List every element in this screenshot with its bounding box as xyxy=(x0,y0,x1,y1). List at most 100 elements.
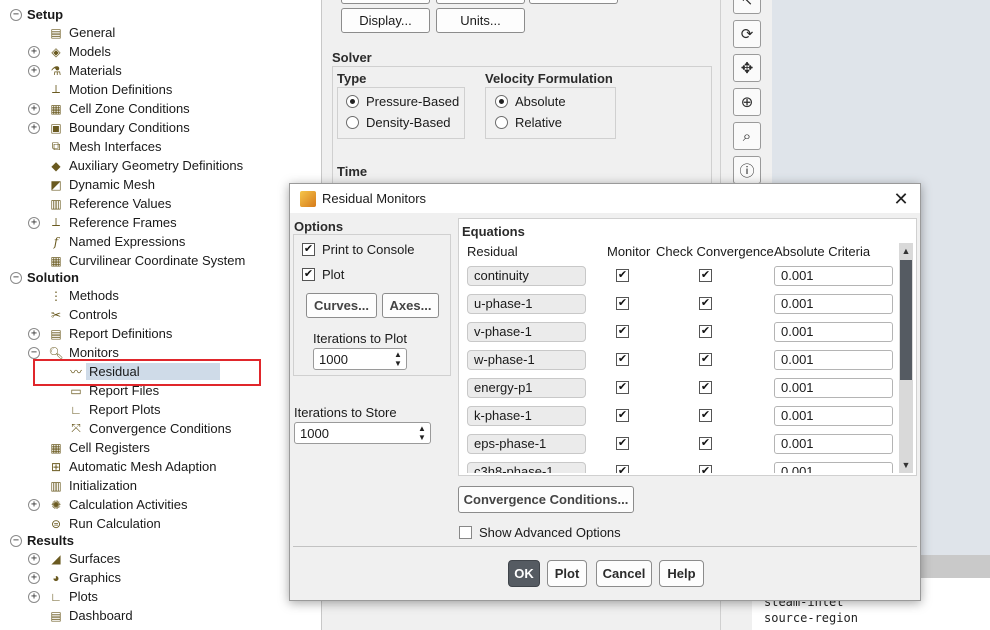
tree-item-convergence-conditions[interactable]: ⤧ Convergence Conditions xyxy=(68,419,231,438)
tree-item-boundary-conditions[interactable]: + ▣ Boundary Conditions xyxy=(28,118,190,137)
absolute-criteria-input[interactable]: 0.001 xyxy=(774,378,893,398)
units-button[interactable]: Units... xyxy=(436,8,525,33)
expand-icon[interactable]: + xyxy=(28,64,40,77)
tree-item-models[interactable]: + ◈ Models xyxy=(28,42,111,61)
tree-item-graphics[interactable]: + ◕ Graphics xyxy=(28,568,121,587)
absolute-radio[interactable]: Absolute xyxy=(495,94,566,109)
show-advanced-options-checkbox[interactable]: Show Advanced Options xyxy=(459,525,621,540)
absolute-criteria-input[interactable]: 0.001 xyxy=(774,350,893,370)
check-convergence-checkbox[interactable]: ✔ xyxy=(699,437,712,450)
tree-item-report-plots[interactable]: ∟ Report Plots xyxy=(68,400,160,419)
tree-item-report-files[interactable]: ▭ Report Files xyxy=(68,381,159,400)
tree-item-named-expressions[interactable]: f Named Expressions xyxy=(48,232,186,251)
scrollbar-thumb[interactable] xyxy=(900,260,912,380)
tree-item-controls[interactable]: ✂ Controls xyxy=(48,305,117,324)
plot-checkbox[interactable]: ✔ Plot xyxy=(302,267,344,282)
absolute-criteria-input[interactable]: 0.001 xyxy=(774,462,893,473)
expand-icon[interactable]: + xyxy=(28,216,40,229)
monitor-checkbox[interactable]: ✔ xyxy=(616,297,629,310)
iterations-to-store-input[interactable]: 1000 ▲ ▼ xyxy=(294,422,431,444)
tree-item-plots[interactable]: + ∟ Plots xyxy=(28,587,98,606)
spin-arrows-icon[interactable]: ▲ ▼ xyxy=(417,424,427,442)
iterations-to-plot-input[interactable]: 1000 ▲ ▼ xyxy=(313,348,407,370)
collapse-icon[interactable]: − xyxy=(10,534,22,547)
expand-icon[interactable]: + xyxy=(28,552,40,565)
monitor-checkbox[interactable]: ✔ xyxy=(616,381,629,394)
select-icon[interactable]: ↖ xyxy=(733,0,761,14)
collapse-icon[interactable]: − xyxy=(28,346,40,359)
partial-button[interactable] xyxy=(529,0,618,4)
tree-item-monitors[interactable]: − 🔍︎ Monitors xyxy=(28,343,119,362)
tree-item-cell-zone-conditions[interactable]: + ▦ Cell Zone Conditions xyxy=(28,99,190,118)
partial-button[interactable] xyxy=(436,0,525,4)
tree-item-surfaces[interactable]: + ◢ Surfaces xyxy=(28,549,120,568)
convergence-conditions-button[interactable]: Convergence Conditions... xyxy=(458,486,634,513)
tree-item-reference-frames[interactable]: + ⟂ Reference Frames xyxy=(28,213,177,232)
check-convergence-checkbox[interactable]: ✔ xyxy=(699,269,712,282)
display-button[interactable]: Display... xyxy=(341,8,430,33)
tree-item-methods[interactable]: ⋮ Methods xyxy=(48,286,119,305)
expand-icon[interactable]: + xyxy=(28,121,40,134)
check-convergence-checkbox[interactable]: ✔ xyxy=(699,465,712,473)
tree-item-cell-registers[interactable]: ▦ Cell Registers xyxy=(48,438,150,457)
expand-icon[interactable]: + xyxy=(28,498,40,511)
tree-item-mesh-adaption[interactable]: ⊞ Automatic Mesh Adaption xyxy=(48,457,216,476)
monitor-checkbox[interactable]: ✔ xyxy=(616,269,629,282)
check-convergence-checkbox[interactable]: ✔ xyxy=(699,409,712,422)
collapse-icon[interactable]: − xyxy=(10,271,22,284)
zoom-box-icon[interactable]: ⌕ xyxy=(733,122,761,150)
spin-arrows-icon[interactable]: ▲ ▼ xyxy=(393,350,403,368)
dialog-title-bar[interactable]: Residual Monitors ✕ xyxy=(290,184,920,213)
expand-icon[interactable]: + xyxy=(28,102,40,115)
tree-item-auxiliary-geometry[interactable]: ◆ Auxiliary Geometry Definitions xyxy=(48,156,243,175)
monitor-checkbox[interactable]: ✔ xyxy=(616,465,629,473)
tree-item-dashboard[interactable]: ▤ Dashboard xyxy=(48,606,132,625)
expand-icon[interactable]: + xyxy=(28,571,40,584)
tree-item-general[interactable]: ▤ General xyxy=(48,23,115,42)
relative-radio[interactable]: Relative xyxy=(495,115,562,130)
check-convergence-checkbox[interactable]: ✔ xyxy=(699,325,712,338)
tree-section-solution[interactable]: − Solution xyxy=(10,268,79,287)
scroll-up-icon[interactable]: ▲ xyxy=(899,244,913,258)
tree-item-dynamic-mesh[interactable]: ◩ Dynamic Mesh xyxy=(48,175,155,194)
absolute-criteria-input[interactable]: 0.001 xyxy=(774,434,893,454)
pressure-based-radio[interactable]: Pressure-Based xyxy=(346,94,459,109)
absolute-criteria-input[interactable]: 0.001 xyxy=(774,322,893,342)
zoom-icon[interactable]: ⊕ xyxy=(733,88,761,116)
ok-button[interactable]: OK xyxy=(508,560,540,587)
print-to-console-checkbox[interactable]: ✔ Print to Console xyxy=(302,242,415,257)
tree-section-results[interactable]: − Results xyxy=(10,531,74,550)
tree-item-mesh-interfaces[interactable]: ⧉ Mesh Interfaces xyxy=(48,137,162,156)
cancel-button[interactable]: Cancel xyxy=(596,560,652,587)
check-convergence-checkbox[interactable]: ✔ xyxy=(699,353,712,366)
absolute-criteria-input[interactable]: 0.001 xyxy=(774,406,893,426)
pan-icon[interactable]: ✥ xyxy=(733,54,761,82)
equations-scrollbar[interactable]: ▲ ▼ xyxy=(899,243,913,473)
axes-button[interactable]: Axes... xyxy=(382,293,439,318)
check-convergence-checkbox[interactable]: ✔ xyxy=(699,381,712,394)
absolute-criteria-input[interactable]: 0.001 xyxy=(774,294,893,314)
expand-icon[interactable]: + xyxy=(28,327,40,340)
expand-icon[interactable]: + xyxy=(28,590,40,603)
expand-icon[interactable]: + xyxy=(28,45,40,58)
info-icon[interactable]: ⓘ xyxy=(733,156,761,184)
close-icon[interactable]: ✕ xyxy=(890,188,912,210)
monitor-checkbox[interactable]: ✔ xyxy=(616,325,629,338)
scroll-down-icon[interactable]: ▼ xyxy=(899,458,913,472)
partial-button[interactable] xyxy=(341,0,430,4)
help-button[interactable]: Help xyxy=(659,560,704,587)
tree-section-setup[interactable]: − Setup xyxy=(10,5,63,24)
tree-item-motion-definitions[interactable]: ⟂ Motion Definitions xyxy=(48,80,172,99)
density-based-radio[interactable]: Density-Based xyxy=(346,115,451,130)
rotate-icon[interactable]: ⟳ xyxy=(733,20,761,48)
collapse-icon[interactable]: − xyxy=(10,8,22,21)
monitor-checkbox[interactable]: ✔ xyxy=(616,409,629,422)
monitor-checkbox[interactable]: ✔ xyxy=(616,437,629,450)
plot-button[interactable]: Plot xyxy=(547,560,587,587)
monitor-checkbox[interactable]: ✔ xyxy=(616,353,629,366)
curves-button[interactable]: Curves... xyxy=(306,293,377,318)
tree-item-materials[interactable]: + ⚗ Materials xyxy=(28,61,122,80)
check-convergence-checkbox[interactable]: ✔ xyxy=(699,297,712,310)
tree-item-calculation-activities[interactable]: + ✺ Calculation Activities xyxy=(28,495,188,514)
tree-item-reference-values[interactable]: ▥ Reference Values xyxy=(48,194,171,213)
